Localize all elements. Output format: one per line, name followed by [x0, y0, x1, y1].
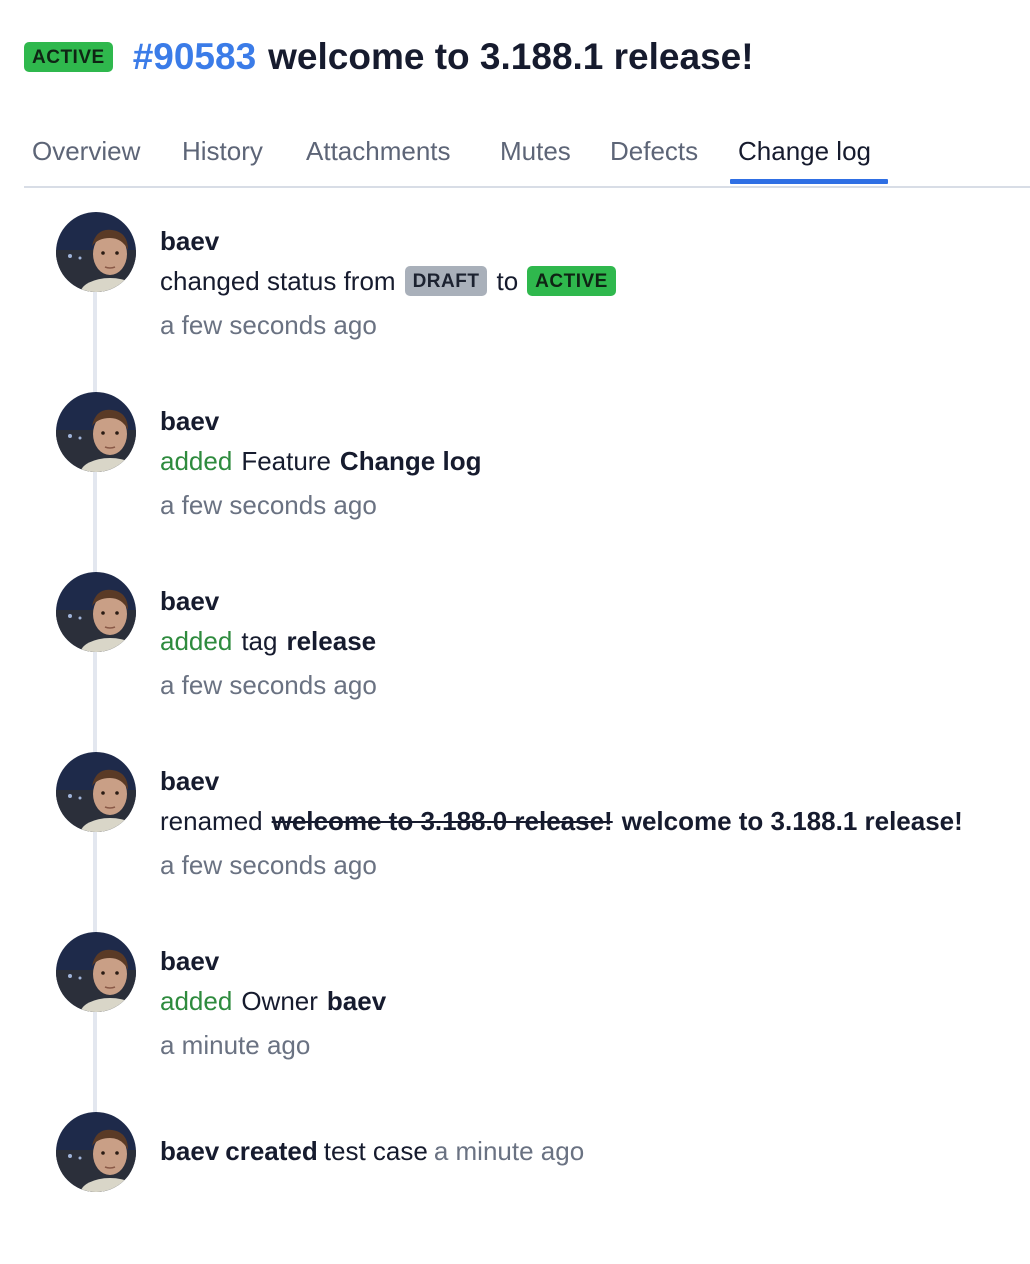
user-photo-icon: [56, 392, 136, 472]
entry-time: a few seconds ago: [160, 850, 377, 880]
entry-new-name: welcome to 3.188.1 release!: [621, 806, 963, 836]
entry-object-value: release: [286, 626, 377, 656]
entry-user[interactable]: baev: [160, 766, 972, 796]
avatar[interactable]: [56, 212, 136, 292]
page-title: welcome to 3.188.1 release!: [268, 36, 754, 77]
entry-time: a few seconds ago: [160, 310, 377, 340]
entry-verb: added: [160, 626, 233, 656]
entry-object-value: Change log: [339, 446, 482, 476]
entry-time: a few seconds ago: [160, 670, 377, 700]
entry-text: changed status from: [160, 266, 396, 296]
case-id-link[interactable]: #90583: [133, 36, 256, 78]
entry-user[interactable]: baev: [160, 586, 385, 616]
active-tab-indicator: [730, 179, 888, 184]
tab-mutes[interactable]: Mutes: [500, 136, 571, 167]
tab-bar: Overview History Attachments Mutes Defec…: [24, 130, 1030, 188]
entry-time: a minute ago: [433, 1136, 585, 1166]
entry-user[interactable]: baev: [160, 946, 395, 976]
entry-verb: renamed: [160, 806, 263, 836]
user-photo-icon: [56, 212, 136, 292]
avatar[interactable]: [56, 752, 136, 832]
avatar[interactable]: [56, 1112, 136, 1192]
entry-object-type: Feature: [241, 446, 331, 476]
entry-object-type: Owner: [241, 986, 318, 1016]
from-status-badge: DRAFT: [404, 266, 488, 296]
tab-attachments[interactable]: Attachments: [306, 136, 451, 167]
tab-change-log[interactable]: Change log: [738, 136, 871, 167]
entry-verb: added: [160, 986, 233, 1016]
entry-object-value[interactable]: baev: [327, 986, 386, 1016]
page-header: ACTIVE #90583 welcome to 3.188.1 release…: [24, 36, 754, 78]
tab-overview[interactable]: Overview: [32, 136, 140, 167]
user-photo-icon: [56, 1112, 136, 1192]
entry-old-name: welcome to 3.188.0 release!: [271, 806, 613, 836]
avatar[interactable]: [56, 932, 136, 1012]
user-photo-icon: [56, 752, 136, 832]
entry-object-type: tag: [241, 626, 278, 656]
entry-object-type: test case: [323, 1136, 428, 1166]
tab-history[interactable]: History: [182, 136, 263, 167]
to-status-badge: ACTIVE: [527, 266, 616, 296]
tab-defects[interactable]: Defects: [610, 136, 698, 167]
entry-time: a few seconds ago: [160, 490, 377, 520]
status-badge: ACTIVE: [24, 42, 113, 72]
user-photo-icon: [56, 572, 136, 652]
entry-user[interactable]: baev: [160, 226, 625, 256]
entry-user[interactable]: baev: [160, 406, 490, 436]
avatar[interactable]: [56, 392, 136, 472]
user-photo-icon: [56, 932, 136, 1012]
entry-user[interactable]: baev: [160, 1136, 219, 1166]
entry-connector: to: [496, 266, 519, 296]
entry-time: a minute ago: [160, 1030, 311, 1060]
entry-verb: added: [160, 446, 233, 476]
avatar[interactable]: [56, 572, 136, 652]
entry-verb: created: [225, 1136, 318, 1166]
